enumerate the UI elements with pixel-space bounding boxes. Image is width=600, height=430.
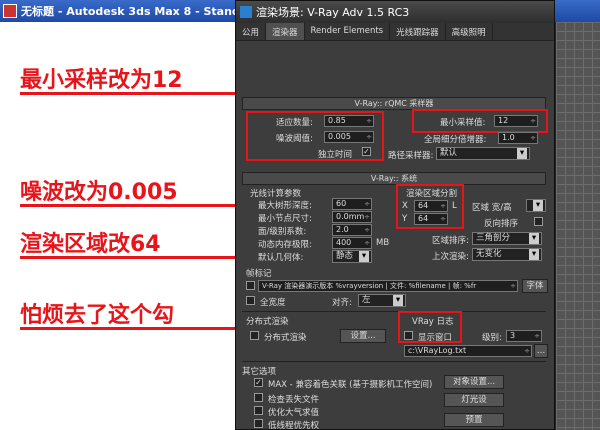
highlight-box (412, 109, 548, 133)
optimize-atm-checkbox[interactable] (254, 406, 263, 415)
callout-underline (20, 256, 235, 259)
log-level-label: 级别: (482, 333, 502, 343)
justify-label: 对齐: (332, 298, 352, 308)
viewport-grid (556, 22, 600, 430)
dialog-tabs: 公用 渲染器 Render Elements 光线跟踪器 高级照明 (236, 23, 554, 41)
distributed-label: 分布式渲染 (264, 333, 307, 343)
highlight-box (396, 184, 464, 229)
log-path-field[interactable]: c:\VRayLog.txt (404, 345, 532, 357)
render-icon (240, 6, 252, 18)
low-thread-checkbox[interactable] (254, 419, 263, 428)
raycast-params-title: 光线计算参数 (250, 189, 302, 199)
region-order-label: 区域排序: (432, 236, 469, 246)
global-subdiv-label: 全局细分倍增器: (424, 135, 487, 145)
reverse-sequence-label: 反向排序 (484, 219, 519, 229)
dialog-title: 渲染场景: V-Ray Adv 1.5 RC3 (256, 6, 410, 19)
previous-render-label: 上次渲染: (432, 252, 469, 262)
dyn-mem-unit: MB (376, 238, 390, 248)
distributed-settings-button[interactable]: 设置... (340, 329, 386, 343)
max-compat-label: MAX - 兼容着色关联 (基于摄影机工作空间) (268, 380, 433, 390)
other-options-title: 其它选项 (242, 367, 277, 377)
callout-underline (20, 92, 235, 95)
low-thread-label: 低线程优先权 (268, 421, 320, 430)
dialog-titlebar[interactable]: 渲染场景: V-Ray Adv 1.5 RC3 (236, 1, 554, 23)
highlight-box (246, 111, 384, 161)
renderer-panel: V-Ray:: rQMC 采样器 适应数量: 0.85 噪波阈值: 0.005 … (236, 41, 554, 429)
log-level-spinner[interactable]: 3 (506, 330, 542, 342)
frame-stamp-text-field[interactable]: V-Ray 渲染器演示版本 %vrayversion | 文件: %filena… (258, 280, 518, 292)
justify-dropdown[interactable]: 左 (358, 294, 406, 307)
reverse-sequence-checkbox[interactable] (534, 217, 543, 226)
callout-min-samples: 最小采样改为12 (20, 68, 183, 93)
face-level-label: 面/级别系数: (258, 227, 307, 237)
divider (242, 311, 546, 312)
callout-underline (20, 204, 235, 207)
min-leaf-spinner[interactable]: 0.0mm (332, 211, 372, 223)
object-settings-button[interactable]: 对象设置... (444, 375, 504, 389)
presets-button[interactable]: 预置 (444, 413, 504, 427)
tab-raytracer[interactable]: 光线跟踪器 (390, 23, 446, 40)
min-leaf-label: 最小节点尺寸: (258, 214, 312, 224)
perspective-viewport[interactable] (555, 22, 600, 430)
rollout-system-header[interactable]: V-Ray:: 系统 (242, 172, 546, 185)
frame-stamp-title: 帧标记 (246, 269, 272, 279)
full-width-label: 全宽度 (260, 298, 286, 308)
font-button[interactable]: 字体 (522, 279, 548, 293)
full-width-checkbox[interactable] (246, 296, 255, 305)
path-sampler-label: 路径采样器: (388, 151, 434, 161)
callout-underline (20, 327, 235, 330)
max-depth-spinner[interactable]: 60 (332, 198, 372, 210)
app-icon (3, 4, 17, 18)
region-order-dropdown[interactable]: 三角剖分 (472, 232, 542, 245)
max-compat-checkbox[interactable]: ✓ (254, 378, 263, 387)
log-browse-button[interactable]: … (534, 344, 548, 358)
frame-stamp-checkbox[interactable] (246, 281, 255, 290)
dyn-mem-spinner[interactable]: 400 (332, 237, 372, 249)
previous-render-dropdown[interactable]: 无变化 (472, 248, 542, 261)
callout-region: 渲染区域改64 (20, 232, 161, 257)
max-depth-label: 最大树形深度: (258, 201, 312, 211)
tab-render-elements[interactable]: Render Elements (305, 23, 391, 40)
tab-renderer[interactable]: 渲染器 (266, 23, 305, 40)
global-subdiv-spinner[interactable]: 1.0 (498, 132, 538, 144)
path-sampler-dropdown[interactable]: 默认 (436, 147, 530, 160)
light-settings-button[interactable]: 灯光设 (444, 393, 504, 407)
default-geom-dropdown[interactable]: 静态 (332, 250, 372, 263)
region-wh-label: 区域 宽/高 (472, 203, 512, 213)
tab-advanced-lighting[interactable]: 高级照明 (446, 23, 493, 40)
callout-uncheck: 怕烦去了这个勾 (20, 303, 175, 328)
default-geom-label: 默认几何体: (258, 253, 304, 263)
callout-noise: 噪波改为0.005 (20, 180, 178, 205)
highlight-box (398, 311, 462, 343)
divider (242, 361, 546, 362)
optimize-atm-label: 优化大气求值 (268, 408, 320, 418)
face-level-spinner[interactable]: 2.0 (332, 224, 372, 236)
annotation-area: 最小采样改为12 噪波改为0.005 渲染区域改64 怕烦去了这个勾 (0, 22, 235, 430)
tab-common[interactable]: 公用 (236, 23, 267, 40)
check-missing-checkbox[interactable] (254, 393, 263, 402)
distributed-checkbox[interactable] (250, 331, 259, 340)
render-scene-dialog: 渲染场景: V-Ray Adv 1.5 RC3 公用 渲染器 Render El… (235, 0, 555, 430)
check-missing-label: 检查丢失文件 (268, 395, 320, 405)
dyn-mem-label: 动态内存极限: (258, 240, 312, 250)
region-wh-dropdown[interactable] (526, 199, 546, 212)
distributed-title: 分布式渲染 (246, 317, 289, 327)
